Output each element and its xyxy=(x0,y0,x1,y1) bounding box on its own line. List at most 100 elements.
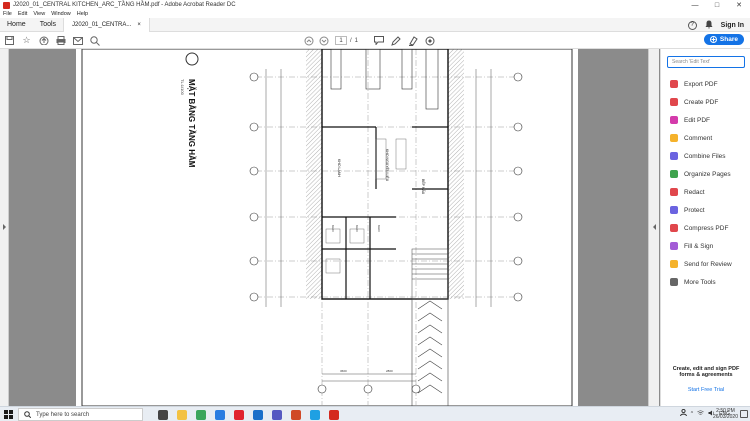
chrome-icon[interactable] xyxy=(196,410,206,420)
edit-pdf-icon xyxy=(670,116,678,124)
tool-label: Create PDF xyxy=(684,98,719,106)
task-view-icon[interactable] xyxy=(158,410,168,420)
wifi-icon[interactable] xyxy=(697,409,704,418)
acrobat-icon[interactable] xyxy=(329,410,339,420)
tool-label: Fill & Sign xyxy=(684,242,714,250)
share-label: Share xyxy=(719,36,738,43)
page-separator: / xyxy=(350,37,352,44)
save-icon[interactable] xyxy=(4,35,15,46)
share-icon xyxy=(709,36,717,43)
start-button[interactable] xyxy=(4,410,13,419)
acrobat-app-icon xyxy=(3,1,10,9)
tab-tools[interactable]: Tools xyxy=(33,18,63,32)
edge-icon[interactable] xyxy=(215,410,225,420)
next-page-icon[interactable] xyxy=(318,35,329,46)
tool-comment[interactable]: Comment xyxy=(670,132,712,144)
maximize-button[interactable]: □ xyxy=(706,0,728,10)
menu-help[interactable]: Help xyxy=(77,11,88,17)
taskbar-search-box[interactable]: Type here to search xyxy=(18,408,143,421)
organize-pages-icon xyxy=(670,170,678,178)
page-number-input[interactable]: 1 xyxy=(335,36,347,45)
file-explorer-icon[interactable] xyxy=(177,410,187,420)
tool-label: Organize Pages xyxy=(684,170,731,178)
tab-home[interactable]: Home xyxy=(0,18,33,32)
people-icon[interactable] xyxy=(679,408,687,418)
drawing-scale: TL:1/100 xyxy=(180,79,185,96)
tools-panel: Search 'Edit Text' Export PDF Create PDF E… xyxy=(660,49,750,406)
dim-label-1: 3600 xyxy=(340,369,347,373)
share-button[interactable]: Share xyxy=(703,34,744,45)
send-for-review-icon xyxy=(670,260,678,268)
sign-in-button[interactable]: Sign In xyxy=(721,22,744,29)
tool-combine-files[interactable]: Combine Files xyxy=(670,150,726,162)
tool-more-tools[interactable]: More Tools xyxy=(670,276,716,288)
more-tools-icon xyxy=(670,278,678,286)
clock[interactable]: 2:50 PM 26/03/2020 xyxy=(713,408,738,420)
tray-chevron-icon[interactable]: ^ xyxy=(691,411,693,417)
previous-page-icon[interactable] xyxy=(303,35,314,46)
page-total: 1 xyxy=(354,37,359,44)
dim-label-2: 2800 xyxy=(386,369,393,373)
menu-edit[interactable]: Edit xyxy=(18,11,27,17)
clock-date: 26/03/2020 xyxy=(712,414,738,420)
tool-edit-pdf[interactable]: Edit PDF xyxy=(670,114,710,126)
protect-icon xyxy=(670,206,678,214)
toolbar: ☆ 1 / 1 Share xyxy=(0,32,750,49)
tool-label: Export PDF xyxy=(684,80,718,88)
tool-label: Compress PDF xyxy=(684,224,729,232)
close-tab-icon[interactable]: × xyxy=(137,22,141,28)
bookmark-star-icon[interactable]: ☆ xyxy=(21,35,32,46)
help-icon[interactable]: ? xyxy=(687,20,697,30)
search-icon xyxy=(24,411,31,418)
tool-send-for-review[interactable]: Send for Review xyxy=(670,258,732,270)
tool-protect[interactable]: Protect xyxy=(670,204,705,216)
tool-redact[interactable]: Redact xyxy=(670,186,705,198)
pen-icon[interactable] xyxy=(390,35,401,46)
title-bar: J2020_01_CENTRAL KITCHEN_ARC_TẦNG HẦM.pd… xyxy=(0,0,750,10)
skype-icon[interactable] xyxy=(310,410,320,420)
sign-icon[interactable] xyxy=(424,35,435,46)
tool-create-pdf[interactable]: Create PDF xyxy=(670,96,718,108)
minimize-button[interactable]: — xyxy=(684,0,706,10)
tool-compress-pdf[interactable]: Compress PDF xyxy=(670,222,728,234)
outlook-icon[interactable] xyxy=(253,410,263,420)
opera-icon[interactable] xyxy=(234,410,244,420)
drawing-title: MẶT BẰNG TẦNG HẦM xyxy=(187,79,197,168)
left-pane-toggle[interactable] xyxy=(0,49,9,406)
menu-file[interactable]: File xyxy=(3,11,12,17)
tool-export-pdf[interactable]: Export PDF xyxy=(670,78,718,90)
comment-icon[interactable] xyxy=(373,35,384,46)
email-icon[interactable] xyxy=(72,35,83,46)
tools-search-input[interactable]: Search 'Edit Text' xyxy=(667,56,745,68)
compress-pdf-icon xyxy=(670,224,678,232)
notifications-icon[interactable] xyxy=(705,20,713,31)
pdf-page: MẶT BẰNG TẦNG HẦM TL:1/100 3600 2800 KHO… xyxy=(76,48,578,407)
highlight-icon[interactable] xyxy=(407,35,418,46)
right-pane-toggle[interactable] xyxy=(648,49,659,406)
architectural-drawing: MẶT BẰNG TẦNG HẦM TL:1/100 3600 2800 KHO… xyxy=(81,48,573,407)
powerpoint-icon[interactable] xyxy=(291,410,301,420)
menu-window[interactable]: Window xyxy=(51,11,71,17)
print-icon[interactable] xyxy=(55,35,66,46)
tool-label: Send for Review xyxy=(684,260,732,268)
combine-files-icon xyxy=(670,152,678,160)
close-button[interactable]: ✕ xyxy=(728,0,750,10)
room-label-2: KHO NGUYÊN LIỆU xyxy=(385,149,390,182)
windows-taskbar: Type here to search ^ ENG 2:50 PM 26/03/… xyxy=(0,406,750,421)
start-free-trial-link[interactable]: Start Free Trial xyxy=(667,387,745,393)
document-tab-label: J2020_01_CENTRA... xyxy=(72,21,132,28)
zoom-search-icon[interactable] xyxy=(89,35,100,46)
tool-label: Edit PDF xyxy=(684,116,711,124)
tool-fill-sign[interactable]: Fill & Sign xyxy=(670,240,713,252)
upload-icon[interactable] xyxy=(38,35,49,46)
menu-view[interactable]: View xyxy=(33,11,45,17)
tab-bar: Home Tools J2020_01_CENTRA... × ? Sign I… xyxy=(0,17,750,32)
window-title: J2020_01_CENTRAL KITCHEN_ARC_TẦNG HẦM.pd… xyxy=(13,2,236,8)
tab-document[interactable]: J2020_01_CENTRA... × xyxy=(63,17,150,32)
promo-text: Create, edit and sign PDF forms & agreem… xyxy=(672,366,740,378)
tool-organize-pages[interactable]: Organize Pages xyxy=(670,168,731,180)
tool-label: Protect xyxy=(684,206,705,214)
action-center-icon[interactable] xyxy=(740,410,748,418)
teams-icon[interactable] xyxy=(272,410,282,420)
tool-label: Combine Files xyxy=(684,152,726,160)
